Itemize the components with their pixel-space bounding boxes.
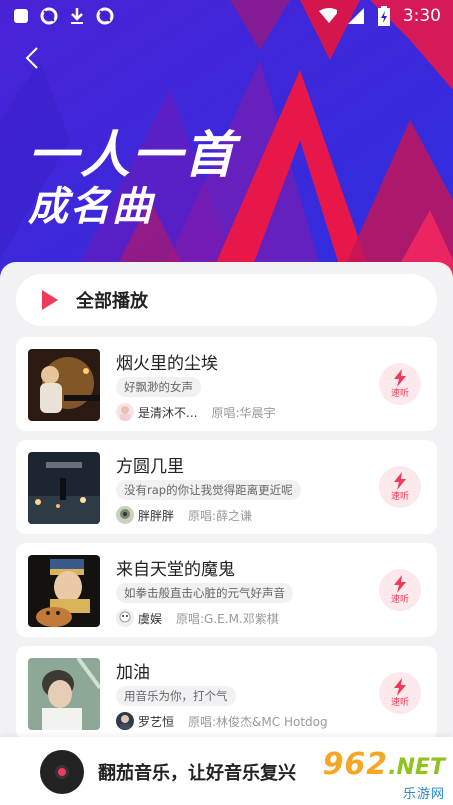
play-icon <box>42 290 58 310</box>
song-meta: 罗艺恒 原唱:林俊杰&MC Hotdog <box>116 712 328 730</box>
watermark-subtitle: 乐游网 <box>402 787 445 802</box>
avatar <box>116 712 134 730</box>
song-meta: 是清沐不... 原唱:华晨宇 <box>116 403 276 421</box>
song-tag: 用音乐为你，打个气 <box>116 686 236 706</box>
wifi-icon <box>318 7 337 25</box>
original-singer: 原唱:薛之谦 <box>188 508 253 523</box>
song-item[interactable]: 来自天堂的魔鬼 如拳击般直击心脏的元气好声音 虞娱 原唱:G.E.M.邓紫棋 速… <box>16 543 437 637</box>
hero-title: 一人一首 成名曲 <box>28 126 236 230</box>
play-all-button[interactable]: 全部播放 <box>16 274 437 326</box>
watermark-number: 962 <box>322 747 389 782</box>
singer-name: 胖胖胖 <box>138 508 175 523</box>
song-meta: 虞娱 原唱:G.E.M.邓紫棋 <box>116 609 279 627</box>
vinyl-disc-icon <box>40 750 84 794</box>
bottom-promo-bar[interactable]: 翻茄音乐，让好音乐复兴 962.NET 乐游网 <box>0 737 453 805</box>
song-item[interactable]: 方圆几里 没有rap的你让我觉得距离更近呢 胖胖胖 原唱:薛之谦 速听 <box>16 440 437 534</box>
quick-listen-label: 速听 <box>390 492 409 502</box>
original-singer: 原唱:华晨宇 <box>211 405 276 420</box>
song-title: 加油 <box>116 663 150 683</box>
song-item[interactable]: 加油 用音乐为你，打个气 罗艺恒 原唱:林俊杰&MC Hotdog 速听 <box>16 646 437 740</box>
song-cover <box>28 349 100 421</box>
song-title: 来自天堂的魔鬼 <box>116 560 235 580</box>
lightning-icon <box>394 678 406 696</box>
lightning-icon <box>394 575 406 593</box>
quick-listen-button[interactable]: 速听 <box>379 466 421 508</box>
avatar <box>116 506 134 524</box>
quick-listen-button[interactable]: 速听 <box>379 569 421 611</box>
song-cover <box>28 555 100 627</box>
app-square-icon <box>12 7 30 25</box>
hero-title-line1: 一人一首 <box>28 126 236 184</box>
avatar <box>116 403 134 421</box>
quick-listen-button[interactable]: 速听 <box>379 363 421 405</box>
hero-title-line2: 成名曲 <box>28 184 154 230</box>
song-meta: 胖胖胖 原唱:薛之谦 <box>116 506 252 524</box>
singer-name: 罗艺恒 <box>138 714 175 729</box>
song-title: 烟火里的尘埃 <box>116 354 218 374</box>
sync-icon <box>40 7 58 25</box>
avatar <box>116 609 134 627</box>
song-cover <box>28 452 100 524</box>
original-singer: 原唱:林俊杰&MC Hotdog <box>188 714 328 729</box>
promo-slogan: 翻茄音乐，让好音乐复兴 <box>98 763 296 784</box>
song-item[interactable]: 烟火里的尘埃 好飘渺的女声 是清沐不... 原唱:华晨宇 速听 <box>16 337 437 431</box>
quick-listen-button[interactable]: 速听 <box>379 672 421 714</box>
song-tag: 好飘渺的女声 <box>116 377 201 397</box>
singer-name: 是清沐不... <box>138 405 198 420</box>
quick-listen-label: 速听 <box>390 389 409 399</box>
song-tag: 没有rap的你让我觉得距离更近呢 <box>116 480 301 500</box>
back-button[interactable] <box>16 42 48 74</box>
song-list-sheet: 全部播放 烟火里的尘埃 好飘渺的女声 是清沐不... 原唱:华晨宇 速听 方圆几… <box>0 262 453 805</box>
status-time: 3:30 <box>402 6 441 26</box>
site-watermark: 962.NET 乐游网 <box>322 747 445 802</box>
status-bar: 3:30 <box>0 0 453 32</box>
song-tag: 如拳击般直击心脏的元气好声音 <box>116 583 293 603</box>
download-icon <box>68 7 86 25</box>
quick-listen-label: 速听 <box>390 595 409 605</box>
original-singer: 原唱:G.E.M.邓紫棋 <box>176 611 279 626</box>
song-cover <box>28 658 100 730</box>
lightning-icon <box>394 472 406 490</box>
watermark-domain: .NET <box>388 755 445 780</box>
song-title: 方圆几里 <box>116 457 184 477</box>
signal-icon <box>347 7 365 25</box>
singer-name: 虞娱 <box>138 611 163 626</box>
chevron-left-icon <box>25 47 38 69</box>
battery-charging-icon <box>375 6 393 26</box>
lightning-icon <box>394 369 406 387</box>
quick-listen-label: 速听 <box>390 698 409 708</box>
sync-icon <box>96 7 114 25</box>
play-all-label: 全部播放 <box>76 291 148 312</box>
